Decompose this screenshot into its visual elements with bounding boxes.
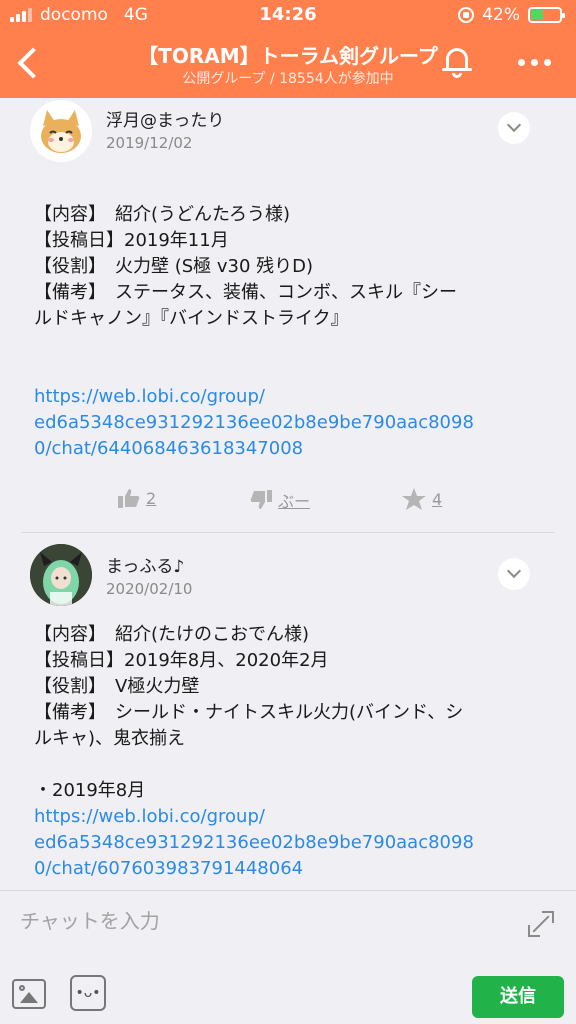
app-header: docomo 4G 14:26 42% 【TORAM】トーラム剣グループ 公開グ… — [0, 0, 576, 98]
boo-label: ぶー — [278, 492, 311, 511]
like-button[interactable]: 2 — [118, 488, 156, 508]
post-line: 【内容】 紹介(うどんたろう様) — [34, 204, 290, 225]
star-button[interactable]: 4 — [402, 488, 442, 510]
send-button[interactable]: 送信 — [472, 976, 564, 1018]
post-line: 【内容】 紹介(たけのこおでん様) — [34, 624, 310, 645]
stamp-icon[interactable]: •ᴗ• — [70, 975, 106, 1011]
chat-composer: チャットを入力 •ᴗ• 送信 — [0, 890, 576, 1024]
post-date: 2020/02/10 — [106, 580, 193, 598]
star-icon — [402, 488, 426, 510]
post-actions: 2 ぶー 4 — [0, 488, 576, 518]
star-count: 4 — [432, 489, 443, 509]
more-icon[interactable] — [512, 52, 556, 72]
thumbs-down-icon — [250, 490, 272, 509]
chat-feed[interactable]: 浮月@まったり 2019/12/02 【内容】 紹介(うどんたろう様) 【投稿日… — [0, 98, 576, 890]
post-body: 【内容】 紹介(たけのこおでん様) 【投稿日】2019年8月、2020年2月 【… — [34, 622, 544, 882]
post-line: 【投稿日】2019年8月、2020年2月 — [34, 650, 329, 671]
battery-percent: 42% — [482, 5, 520, 25]
shiba-avatar-icon — [30, 100, 92, 162]
post-author[interactable]: まっふる♪ — [106, 552, 184, 577]
post-body: 【内容】 紹介(うどんたろう様) 【投稿日】2019年11月 【役割】 火力壁 … — [34, 202, 544, 462]
post-divider — [22, 532, 554, 533]
post-line: 【役割】 V極火力壁 — [34, 676, 200, 697]
expand-icon[interactable] — [526, 909, 556, 939]
post-line: ルキャ)、鬼衣揃え — [34, 728, 186, 749]
group-title: 【TORAM】トーラム剣グループ — [138, 44, 438, 68]
like-count: 2 — [146, 488, 157, 508]
post-line: 【投稿日】2019年11月 — [34, 230, 229, 251]
post-link[interactable]: https://web.lobi.co/group/ ed6a5348ce931… — [34, 804, 544, 882]
post-line: 【備考】 ステータス、装備、コンボ、スキル『シー — [34, 282, 457, 303]
post-author[interactable]: 浮月@まったり — [106, 106, 224, 131]
image-icon[interactable] — [12, 979, 46, 1009]
avatar[interactable] — [30, 100, 92, 162]
status-bar: docomo 4G 14:26 42% — [0, 0, 576, 30]
post-line: ・2019年8月 — [34, 780, 146, 801]
chevron-down-icon[interactable] — [498, 558, 530, 590]
rotation-lock-icon — [458, 7, 475, 23]
status-right: 42% — [458, 5, 565, 25]
battery-fill — [531, 10, 543, 20]
boo-button[interactable]: ぶー — [250, 488, 310, 512]
nav-bar: 【TORAM】トーラム剣グループ 公開グループ / 18554人が参加中 — [0, 30, 576, 98]
bell-icon[interactable] — [438, 42, 476, 82]
group-subtitle: 公開グループ / 18554人が参加中 — [182, 71, 394, 87]
post-line — [34, 752, 544, 778]
avatar[interactable] — [30, 544, 92, 606]
character-avatar-icon — [30, 544, 92, 606]
thumbs-up-icon — [118, 489, 140, 508]
battery-icon — [528, 7, 565, 23]
post-line: ルドキャノン』『バインドストライク』 — [34, 308, 349, 329]
chat-input[interactable]: チャットを入力 — [20, 905, 160, 934]
post-line: 【備考】 シールド・ナイトスキル火力(バインド、シ — [34, 702, 464, 723]
post-line: 【役割】 火力壁 (S極 v30 残りD) — [34, 256, 314, 277]
post-date: 2019/12/02 — [106, 134, 193, 152]
chevron-down-icon[interactable] — [498, 112, 530, 144]
post-link[interactable]: https://web.lobi.co/group/ ed6a5348ce931… — [34, 384, 544, 462]
